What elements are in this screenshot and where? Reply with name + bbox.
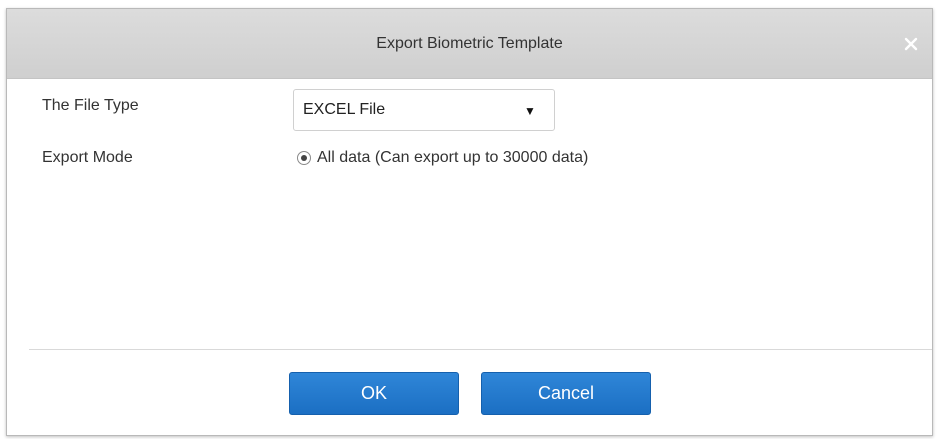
dialog-titlebar: Export Biometric Template	[7, 9, 932, 79]
triangle-down-icon: ▼	[524, 104, 536, 118]
export-mode-label: Export Mode	[42, 149, 133, 166]
ok-button[interactable]: OK	[289, 372, 459, 415]
file-type-select[interactable]: EXCEL File ▼	[293, 89, 555, 131]
file-type-value: EXCEL File	[303, 101, 386, 118]
footer-divider	[29, 349, 932, 350]
radio-button[interactable]	[297, 151, 311, 165]
close-icon	[904, 37, 918, 51]
export-biometric-template-dialog: Export Biometric Template The File Type …	[6, 8, 933, 436]
export-mode-option-label: All data (Can export up to 30000 data)	[317, 149, 589, 166]
cancel-button[interactable]: Cancel	[481, 372, 651, 415]
close-button[interactable]	[898, 31, 924, 57]
dialog-title: Export Biometric Template	[376, 35, 563, 52]
radio-selected-dot	[301, 155, 307, 161]
export-mode-all-data-radio[interactable]: All data (Can export up to 30000 data)	[297, 148, 588, 168]
file-type-label: The File Type	[42, 97, 139, 114]
